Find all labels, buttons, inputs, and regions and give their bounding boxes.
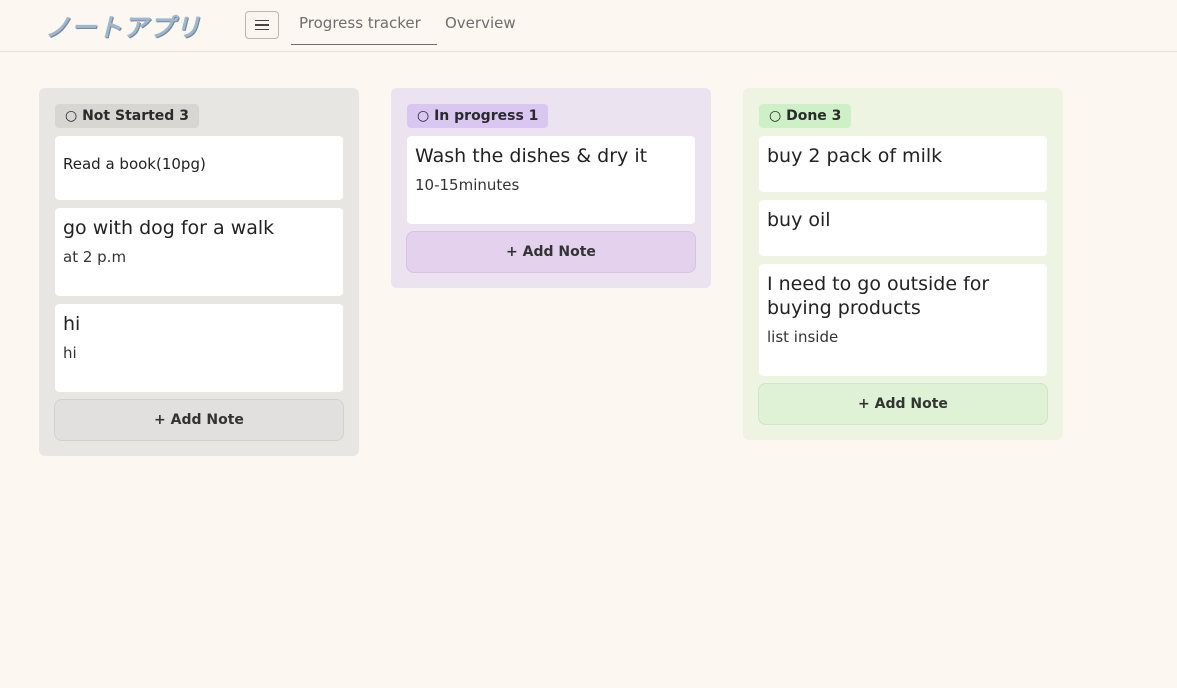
note-card[interactable]: Wash the dishes & dry it 10-15minutes bbox=[407, 136, 695, 224]
note-description: list inside bbox=[767, 328, 839, 346]
column-in-progress: ○ In progress 1 Wash the dishes & dry it… bbox=[391, 88, 711, 288]
note-title: hi bbox=[63, 313, 81, 335]
add-note-button[interactable]: + Add Note bbox=[406, 231, 696, 273]
note-card[interactable]: I need to go outside for buying products… bbox=[759, 264, 1047, 376]
note-title: go with dog for a walk bbox=[63, 217, 275, 239]
note-card[interactable]: hi hi bbox=[55, 304, 343, 392]
note-card[interactable]: go with dog for a walk at 2 p.m bbox=[55, 208, 343, 296]
note-description: hi bbox=[63, 344, 77, 362]
menu-icon-line bbox=[255, 24, 269, 26]
status-badge: ○ Done 3 bbox=[759, 104, 852, 128]
menu-icon bbox=[255, 19, 269, 22]
note-title: I need to go outside for buying products bbox=[767, 273, 990, 319]
column-not-started: ○ Not Started 3 Read a book(10pg) go wit… bbox=[39, 88, 359, 456]
app-logo[interactable]: ノートアプリ bbox=[45, 8, 201, 44]
add-note-button[interactable]: + Add Note bbox=[54, 399, 344, 441]
note-card[interactable]: buy oil bbox=[759, 200, 1047, 256]
note-description: at 2 p.m bbox=[63, 248, 127, 266]
note-title: buy 2 pack of milk bbox=[767, 145, 943, 167]
menu-icon-line bbox=[255, 28, 269, 31]
note-card[interactable]: buy 2 pack of milk bbox=[759, 136, 1047, 192]
note-title: buy oil bbox=[767, 209, 831, 231]
add-note-button[interactable]: + Add Note bbox=[758, 383, 1048, 425]
hamburger-menu-button[interactable] bbox=[245, 11, 279, 39]
status-badge: ○ In progress 1 bbox=[407, 104, 549, 128]
status-badge: ○ Not Started 3 bbox=[55, 104, 199, 128]
top-navbar: ノートアプリ Progress tracker Overview bbox=[0, 0, 1177, 52]
note-card[interactable]: Read a book(10pg) bbox=[55, 136, 343, 200]
note-title: Read a book(10pg) bbox=[63, 155, 206, 173]
note-description: 10-15minutes bbox=[415, 176, 520, 194]
tab-progress-tracker[interactable]: Progress tracker bbox=[291, 0, 437, 45]
column-done: ○ Done 3 buy 2 pack of milk buy oil I ne… bbox=[743, 88, 1063, 440]
tab-overview[interactable]: Overview bbox=[445, 0, 516, 45]
note-title: Wash the dishes & dry it bbox=[415, 145, 648, 167]
